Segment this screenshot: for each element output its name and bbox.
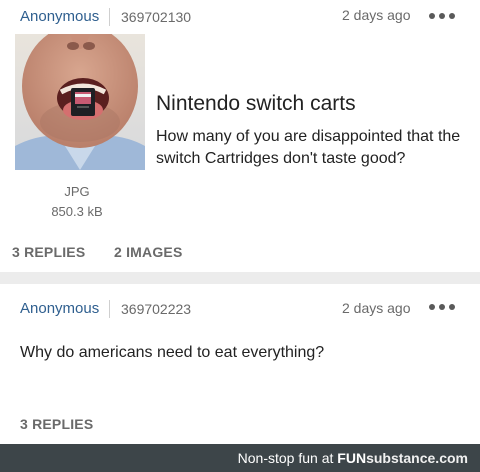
post-time: 2 days ago [342,300,411,316]
post-body: How many of you are disappointed that th… [156,128,461,167]
more-options-icon[interactable] [429,304,457,312]
post-subject: Nintendo switch carts [156,92,356,115]
more-options-icon[interactable] [429,13,457,21]
header-divider [109,8,110,26]
tagline-text: Non-stop fun at [237,450,334,466]
post-body: Why do americans need to eat everything? [20,344,325,361]
header-divider [109,300,110,318]
post-image-thumbnail[interactable] [15,34,145,170]
post-time: 2 days ago [342,7,411,23]
footer-tagline[interactable]: Non-stop fun at FUNsubstance.com [238,450,468,466]
file-type: JPG [64,184,90,199]
site-footer-banner: Non-stop fun at FUNsubstance.com [0,444,480,472]
post-id[interactable]: 369702223 [121,301,191,317]
post: Anonymous 369702223 2 days ago Why do am… [0,284,480,444]
images-count[interactable]: 2 IMAGES [114,244,183,260]
replies-count[interactable]: 3 REPLIES [20,416,93,432]
post: Anonymous 369702130 2 days ago JPG 850.3… [0,0,480,272]
post-header: Anonymous 369702130 2 days ago [0,0,480,34]
file-size: 850.3 kB [51,204,103,219]
replies-count[interactable]: 3 REPLIES [12,244,85,260]
post-author[interactable]: Anonymous [20,300,99,317]
post-author[interactable]: Anonymous [20,8,99,25]
post-divider [0,272,480,284]
man-with-cartridge-image [15,34,145,170]
brand-fun: FUN [337,450,367,466]
post-header: Anonymous 369702223 2 days ago [0,284,480,318]
file-info: JPG 850.3 kB [15,182,139,222]
brand-substance: substance.com [366,450,468,466]
post-id[interactable]: 369702130 [121,9,191,25]
